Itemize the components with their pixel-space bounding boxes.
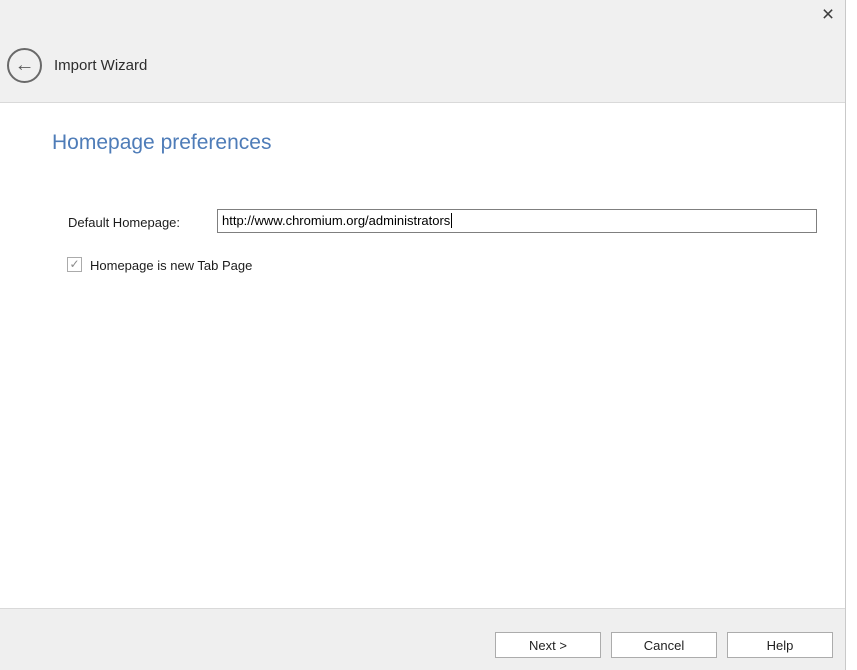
back-arrow-icon: ← xyxy=(15,55,35,75)
default-homepage-input[interactable]: http://www.chromium.org/administrators xyxy=(217,209,817,233)
close-button[interactable]: × xyxy=(816,2,840,28)
default-homepage-value: http://www.chromium.org/administrators xyxy=(222,213,450,228)
dialog-header: × ← Import Wizard xyxy=(0,0,845,103)
dialog-title: Import Wizard xyxy=(54,57,147,74)
close-icon: × xyxy=(822,3,834,26)
homepage-newtab-checkbox-label[interactable]: Homepage is new Tab Page xyxy=(90,258,252,273)
import-wizard-dialog: × ← Import Wizard Homepage preferences D… xyxy=(0,0,846,670)
next-button[interactable]: Next > xyxy=(495,632,601,658)
dialog-footer: Next > Cancel Help xyxy=(0,608,845,670)
page-title: Homepage preferences xyxy=(52,131,271,155)
homepage-newtab-checkbox[interactable]: ✓ xyxy=(67,257,82,272)
check-icon: ✓ xyxy=(69,258,79,270)
default-homepage-label: Default Homepage: xyxy=(68,215,180,230)
text-caret xyxy=(451,213,452,228)
cancel-button[interactable]: Cancel xyxy=(611,632,717,658)
footer-button-row: Next > Cancel Help xyxy=(495,632,833,658)
back-button[interactable]: ← xyxy=(7,48,42,83)
help-button[interactable]: Help xyxy=(727,632,833,658)
